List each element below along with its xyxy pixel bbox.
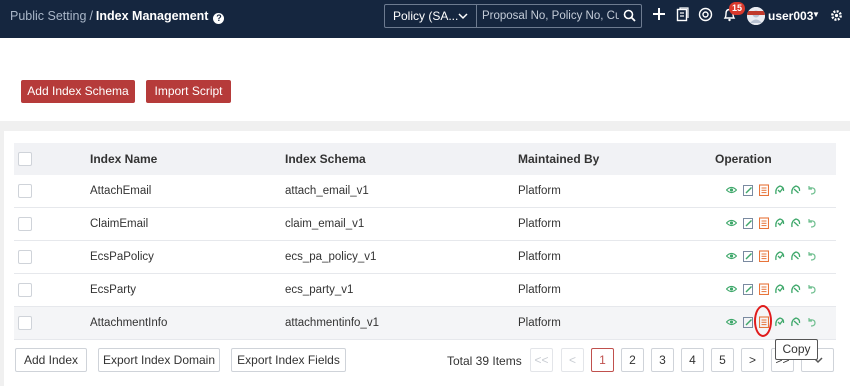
export-index-fields-button[interactable]: Export Index Fields <box>231 348 346 372</box>
row-divider <box>14 339 836 340</box>
row-checkbox[interactable] <box>18 316 32 330</box>
page-2[interactable]: 2 <box>621 348 644 372</box>
edit-icon[interactable] <box>743 250 754 265</box>
search-input[interactable] <box>477 5 619 27</box>
chevron-down-icon <box>812 357 823 374</box>
export-index-domain-button[interactable]: Export Index Domain <box>98 348 220 372</box>
cell-index-name: AttachmentInfo <box>90 317 168 329</box>
row-divider <box>14 273 836 274</box>
plus-icon[interactable] <box>652 7 666 24</box>
avatar[interactable] <box>747 7 765 25</box>
cell-maintained-by: Platform <box>518 317 561 329</box>
edit-icon[interactable] <box>743 217 754 232</box>
cell-index-name: AttachEmail <box>90 185 152 197</box>
global-search <box>477 4 642 28</box>
unpublish-icon[interactable] <box>790 316 801 331</box>
page-title: Index Management <box>95 9 209 23</box>
total-items: Total 39 Items <box>447 354 522 368</box>
unpublish-icon[interactable] <box>790 184 801 199</box>
target-icon[interactable] <box>698 7 713 25</box>
row-checkbox[interactable] <box>18 217 32 231</box>
column-header-operation: Operation <box>715 152 772 166</box>
copy-icon[interactable] <box>758 283 770 298</box>
page-1[interactable]: 1 <box>591 348 614 372</box>
cell-maintained-by: Platform <box>518 284 561 296</box>
undo-icon[interactable] <box>806 316 817 331</box>
breadcrumb-public-setting[interactable]: Public Setting <box>10 9 86 23</box>
breadcrumb: Public Setting / Index Management? <box>10 9 225 24</box>
page-3[interactable]: 3 <box>651 348 674 372</box>
document-icon[interactable] <box>676 7 689 25</box>
first-page-button[interactable]: << <box>530 348 553 372</box>
column-header-index-name[interactable]: Index Name <box>90 152 157 166</box>
view-icon[interactable] <box>725 316 738 331</box>
publish-icon[interactable] <box>774 283 785 298</box>
publish-icon[interactable] <box>774 184 785 199</box>
page-4[interactable]: 4 <box>681 348 704 372</box>
edit-icon[interactable] <box>743 283 754 298</box>
copy-icon[interactable] <box>758 217 770 232</box>
breadcrumb-separator: / <box>89 9 93 23</box>
column-header-maintained-by[interactable]: Maintained By <box>518 152 599 166</box>
row-checkbox[interactable] <box>18 184 32 198</box>
row-divider <box>14 306 836 307</box>
help-icon[interactable]: ? <box>213 13 225 24</box>
copy-tooltip: Copy <box>775 339 818 360</box>
chevron-down-icon <box>458 5 468 36</box>
select-all-checkbox[interactable] <box>18 152 32 166</box>
publish-icon[interactable] <box>774 316 785 331</box>
cell-index-schema: claim_email_v1 <box>285 218 365 230</box>
row-checkbox[interactable] <box>18 250 32 264</box>
cell-index-schema: attachmentinfo_v1 <box>285 317 379 329</box>
unpublish-icon[interactable] <box>790 283 801 298</box>
annotation-circle <box>754 305 772 337</box>
prev-page-button[interactable]: < <box>561 348 584 372</box>
undo-icon[interactable] <box>806 217 817 232</box>
view-icon[interactable] <box>725 217 738 232</box>
column-header-index-schema[interactable]: Index Schema <box>285 152 366 166</box>
next-page-button[interactable]: > <box>741 348 764 372</box>
cell-index-schema: ecs_party_v1 <box>285 284 354 296</box>
gear-icon[interactable] <box>830 9 843 25</box>
unpublish-icon[interactable] <box>790 250 801 265</box>
view-icon[interactable] <box>725 184 738 199</box>
edit-icon[interactable] <box>743 184 754 199</box>
notification-badge: 15 <box>729 2 745 15</box>
cell-maintained-by: Platform <box>518 218 561 230</box>
row-divider <box>14 207 836 208</box>
page-5[interactable]: 5 <box>711 348 734 372</box>
add-index-schema-button[interactable]: Add Index Schema <box>21 80 135 103</box>
cell-index-name: EcsPaPolicy <box>90 251 154 263</box>
row-divider <box>14 240 836 241</box>
top-navigation-bar: Public Setting / Index Management? Policy … <box>0 0 850 38</box>
user-name[interactable]: user003 <box>768 9 813 23</box>
copy-icon[interactable] <box>758 184 770 199</box>
cell-maintained-by: Platform <box>518 251 561 263</box>
policy-type-select[interactable]: Policy (SA... <box>384 4 477 28</box>
cell-index-name: ClaimEmail <box>90 218 149 230</box>
undo-icon[interactable] <box>806 250 817 265</box>
view-icon[interactable] <box>725 250 738 265</box>
cell-index-schema: ecs_pa_policy_v1 <box>285 251 377 263</box>
user-menu-caret-icon[interactable]: ▼ <box>812 10 820 19</box>
undo-icon[interactable] <box>806 184 817 199</box>
undo-icon[interactable] <box>806 283 817 298</box>
copy-icon[interactable] <box>758 250 770 265</box>
edit-icon[interactable] <box>743 316 754 331</box>
cell-index-schema: attach_email_v1 <box>285 185 369 197</box>
add-index-button[interactable]: Add Index <box>15 348 87 372</box>
cell-index-name: EcsParty <box>90 284 137 296</box>
row-checkbox[interactable] <box>18 283 32 297</box>
unpublish-icon[interactable] <box>790 217 801 232</box>
policy-type-value: Policy (SA... <box>393 9 459 23</box>
publish-icon[interactable] <box>774 217 785 232</box>
cell-maintained-by: Platform <box>518 185 561 197</box>
import-script-button[interactable]: Import Script <box>146 80 231 103</box>
publish-icon[interactable] <box>774 250 785 265</box>
view-icon[interactable] <box>725 283 738 298</box>
search-icon[interactable] <box>623 9 636 25</box>
